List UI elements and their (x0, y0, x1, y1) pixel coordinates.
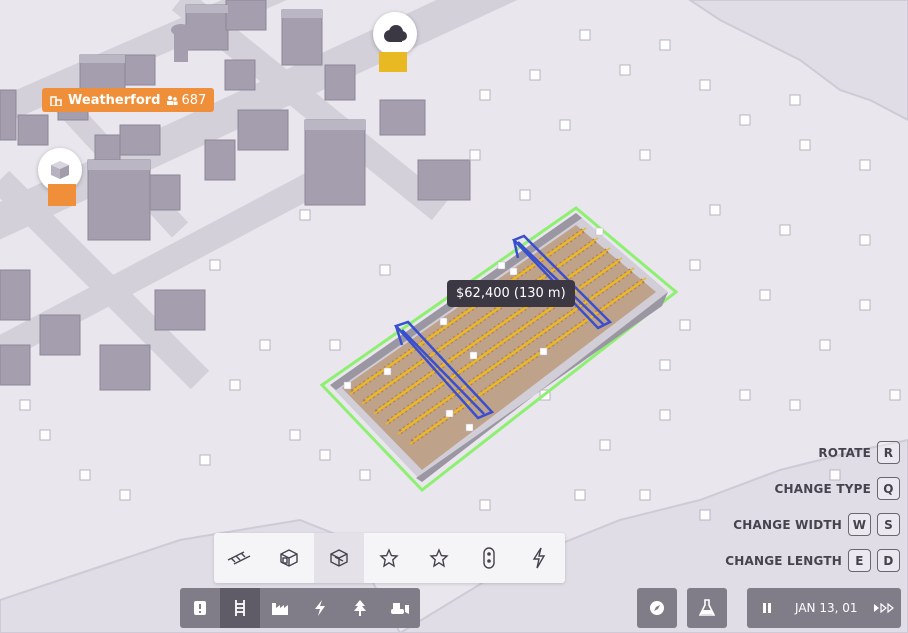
palette-star-2[interactable] (414, 533, 464, 583)
key-q[interactable]: Q (877, 477, 900, 500)
toolbar-trees[interactable] (340, 588, 380, 628)
town-name: Weatherford (68, 92, 161, 108)
station-icon (330, 549, 348, 567)
palette-signal[interactable] (464, 533, 514, 583)
cube-icon (51, 161, 69, 179)
town-icon (50, 96, 62, 106)
toolbar-rail[interactable] (220, 588, 260, 628)
town-hall-building (48, 184, 76, 206)
game-date: JAN 13, 01 (795, 601, 858, 615)
toolbar-industry[interactable] (260, 588, 300, 628)
palette-track[interactable] (214, 533, 264, 583)
rail-icon (235, 600, 245, 616)
key-e[interactable]: E (848, 549, 871, 572)
hint-change-type: CHANGE TYPE Q (775, 477, 900, 500)
toolbar-info[interactable] (180, 588, 220, 628)
fast-forward-button[interactable] (867, 588, 901, 628)
toolbar-bulldozer[interactable] (380, 588, 420, 628)
industry-icon (272, 603, 288, 615)
hint-rotate: ROTATE R (818, 441, 900, 464)
tree-icon (354, 600, 366, 616)
hint-label: ROTATE (818, 445, 871, 460)
palette-power[interactable] (514, 533, 564, 583)
research-button[interactable] (687, 588, 727, 628)
smoke-cloud-icon (384, 25, 407, 42)
hint-label: CHANGE WIDTH (733, 517, 842, 532)
population-count: 687 (181, 92, 207, 108)
key-r[interactable]: R (877, 441, 900, 464)
depot-icon (280, 549, 298, 567)
key-d[interactable]: D (877, 549, 900, 572)
toolbar-power[interactable] (300, 588, 340, 628)
hint-label: CHANGE LENGTH (725, 553, 842, 568)
fast-forward-icon (874, 603, 894, 613)
build-palette (214, 533, 565, 583)
population: 687 (166, 93, 206, 108)
power-icon (315, 600, 325, 616)
palette-depot[interactable] (264, 533, 314, 583)
signal-icon (483, 547, 495, 569)
flask-icon (699, 599, 715, 616)
pause-icon (763, 603, 771, 613)
star-icon (379, 548, 399, 568)
main-toolbar (180, 588, 420, 628)
map-overview-button[interactable] (637, 588, 677, 628)
compass-icon (650, 601, 664, 615)
time-control: JAN 13, 01 (747, 588, 901, 628)
town-label[interactable]: Weatherford 687 (42, 88, 215, 112)
hint-label: CHANGE TYPE (774, 481, 871, 496)
pollution-marker[interactable] (373, 12, 417, 56)
palette-station[interactable] (314, 533, 364, 583)
star-outline-icon (429, 548, 449, 568)
placement-cost-tooltip: $62,400 (130 m) (447, 280, 575, 307)
placement-cost: $62,400 (130 m) (456, 286, 566, 301)
key-w[interactable]: W (848, 513, 871, 536)
key-s[interactable]: S (877, 513, 900, 536)
info-icon (194, 601, 206, 615)
population-icon (167, 95, 178, 105)
track-icon (227, 551, 251, 565)
factory-building (379, 52, 407, 72)
palette-star-1[interactable] (364, 533, 414, 583)
hint-change-length: CHANGE LENGTH E D (725, 549, 900, 572)
lightning-icon (532, 547, 546, 569)
bulldozer-icon (391, 603, 409, 614)
hint-change-width: CHANGE WIDTH W S (733, 513, 900, 536)
pause-button[interactable] (747, 588, 787, 628)
